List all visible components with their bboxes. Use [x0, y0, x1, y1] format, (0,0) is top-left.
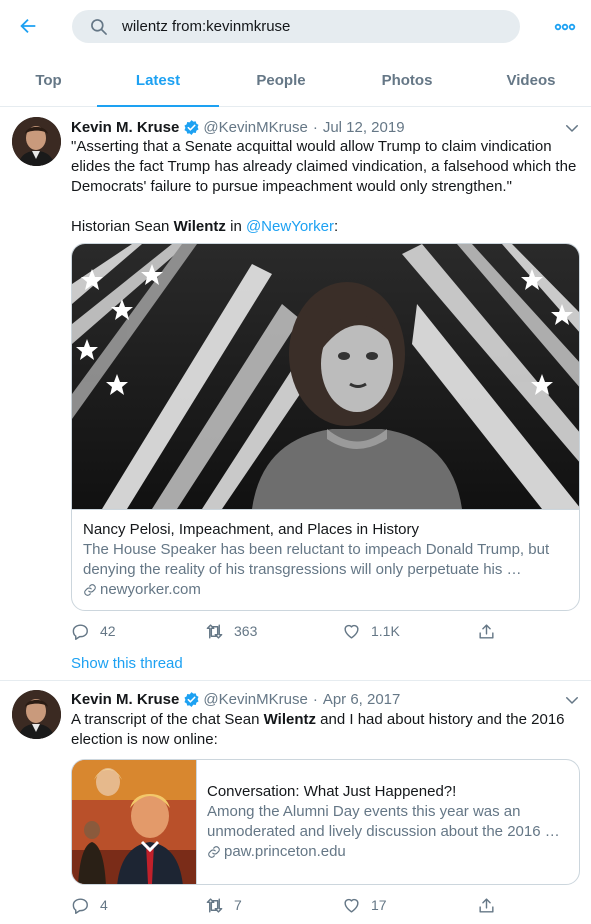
link-card[interactable]: Conversation: What Just Happened?! Among… — [71, 759, 580, 885]
avatar[interactable] — [12, 690, 61, 739]
author-name[interactable]: Kevin M. Kruse — [71, 119, 179, 136]
text-segment: in — [225, 218, 246, 235]
card-description: Among the Alumni Day events this year wa… — [207, 803, 560, 840]
search-input[interactable] — [122, 14, 502, 39]
text-segment: Historian Sean — [71, 218, 174, 235]
retweet-icon — [206, 623, 223, 639]
tab-top[interactable]: Top — [0, 54, 97, 106]
reply-icon — [72, 623, 88, 640]
show-thread-link[interactable]: Show this thread — [71, 655, 183, 672]
share-icon — [479, 897, 494, 913]
search-tabs: Top Latest People Photos Videos — [0, 54, 591, 107]
share-button[interactable] — [477, 620, 496, 642]
card-domain: paw.princeton.edu — [207, 842, 572, 862]
retweet-button[interactable]: 7 — [205, 894, 242, 916]
like-icon — [344, 898, 359, 913]
card-divider — [72, 509, 579, 510]
tweet-text: A transcript of the chat Sean Wilentz an… — [71, 710, 581, 750]
author-handle[interactable]: @KevinMKruse — [203, 119, 307, 136]
link-icon — [208, 846, 220, 858]
text-segment: A transcript of the chat Sean — [71, 711, 264, 728]
share-button[interactable] — [477, 894, 496, 916]
chevron-down-icon[interactable] — [563, 691, 581, 709]
tweet[interactable]: Kevin M. Kruse @KevinMKruse · Jul 12, 20… — [0, 107, 591, 680]
card-domain-text: newyorker.com — [100, 581, 201, 598]
separator-dot: · — [312, 690, 318, 708]
tab-people[interactable]: People — [219, 54, 343, 106]
back-arrow-icon[interactable] — [14, 12, 42, 40]
card-title: Conversation: What Just Happened?! — [207, 783, 457, 800]
tweet-quote: "Asserting that a Senate acquittal would… — [71, 138, 577, 195]
tweet-actions: 42 363 1.1K — [71, 620, 511, 642]
tweet[interactable]: Kevin M. Kruse @KevinMKruse · Apr 6, 201… — [0, 681, 591, 924]
card-image — [72, 244, 579, 509]
tweet-text-line: A transcript of the chat Sean Wilentz an… — [71, 710, 581, 750]
tweet-date[interactable]: Jul 12, 2019 — [323, 119, 405, 136]
retweet-count: 363 — [234, 623, 258, 639]
tweet-actions: 4 7 17 — [71, 894, 511, 916]
reply-count: 42 — [100, 623, 116, 639]
reply-icon — [72, 897, 88, 914]
verified-icon — [184, 119, 199, 135]
tweet-date[interactable]: Apr 6, 2017 — [323, 691, 401, 708]
reply-button[interactable]: 4 — [71, 894, 108, 916]
mention-link[interactable]: @NewYorker — [246, 218, 334, 235]
tweet-text: "Asserting that a Senate acquittal would… — [71, 137, 581, 237]
like-count: 1.1K — [371, 623, 400, 639]
tweet-text-line: Historian Sean Wilentz in @NewYorker: — [71, 217, 581, 237]
reply-count: 4 — [100, 897, 108, 913]
author-name[interactable]: Kevin M. Kruse — [71, 691, 179, 708]
tab-videos[interactable]: Videos — [471, 54, 591, 106]
retweet-button[interactable]: 363 — [205, 620, 257, 642]
like-button[interactable]: 1.1K — [342, 620, 400, 642]
tweet-header: Kevin M. Kruse @KevinMKruse · Jul 12, 20… — [71, 117, 405, 137]
card-description: The House Speaker has been reluctant to … — [83, 541, 550, 578]
card-title: Nancy Pelosi, Impeachment, and Places in… — [83, 521, 419, 538]
more-icon[interactable] — [552, 14, 578, 40]
card-domain-text: paw.princeton.edu — [224, 843, 346, 860]
like-count: 17 — [371, 897, 387, 913]
search-box[interactable] — [72, 10, 520, 43]
tab-photos[interactable]: Photos — [343, 54, 471, 106]
top-bar — [0, 0, 591, 54]
verified-icon — [184, 691, 199, 707]
like-button[interactable]: 17 — [342, 894, 387, 916]
chevron-down-icon[interactable] — [563, 119, 581, 137]
card-domain: newyorker.com — [83, 580, 571, 600]
author-handle[interactable]: @KevinMKruse — [203, 691, 307, 708]
card-divider — [196, 760, 197, 884]
like-icon — [344, 624, 359, 639]
card-body: Nancy Pelosi, Impeachment, and Places in… — [83, 520, 571, 600]
search-icon — [91, 19, 107, 35]
search-term-highlight: Wilentz — [263, 711, 316, 728]
retweet-count: 7 — [234, 897, 242, 913]
card-image — [72, 760, 196, 884]
link-card[interactable]: Nancy Pelosi, Impeachment, and Places in… — [71, 243, 580, 611]
search-term-highlight: Wilentz — [173, 218, 226, 235]
card-body: Conversation: What Just Happened?! Among… — [207, 782, 572, 862]
tweet-header: Kevin M. Kruse @KevinMKruse · Apr 6, 201… — [71, 689, 400, 709]
reply-button[interactable]: 42 — [71, 620, 116, 642]
retweet-icon — [206, 897, 223, 913]
separator-dot: · — [312, 118, 318, 136]
text-segment: : — [334, 218, 339, 235]
avatar[interactable] — [12, 117, 61, 166]
tab-latest[interactable]: Latest — [97, 54, 219, 107]
share-icon — [479, 623, 494, 639]
link-icon — [84, 584, 96, 596]
